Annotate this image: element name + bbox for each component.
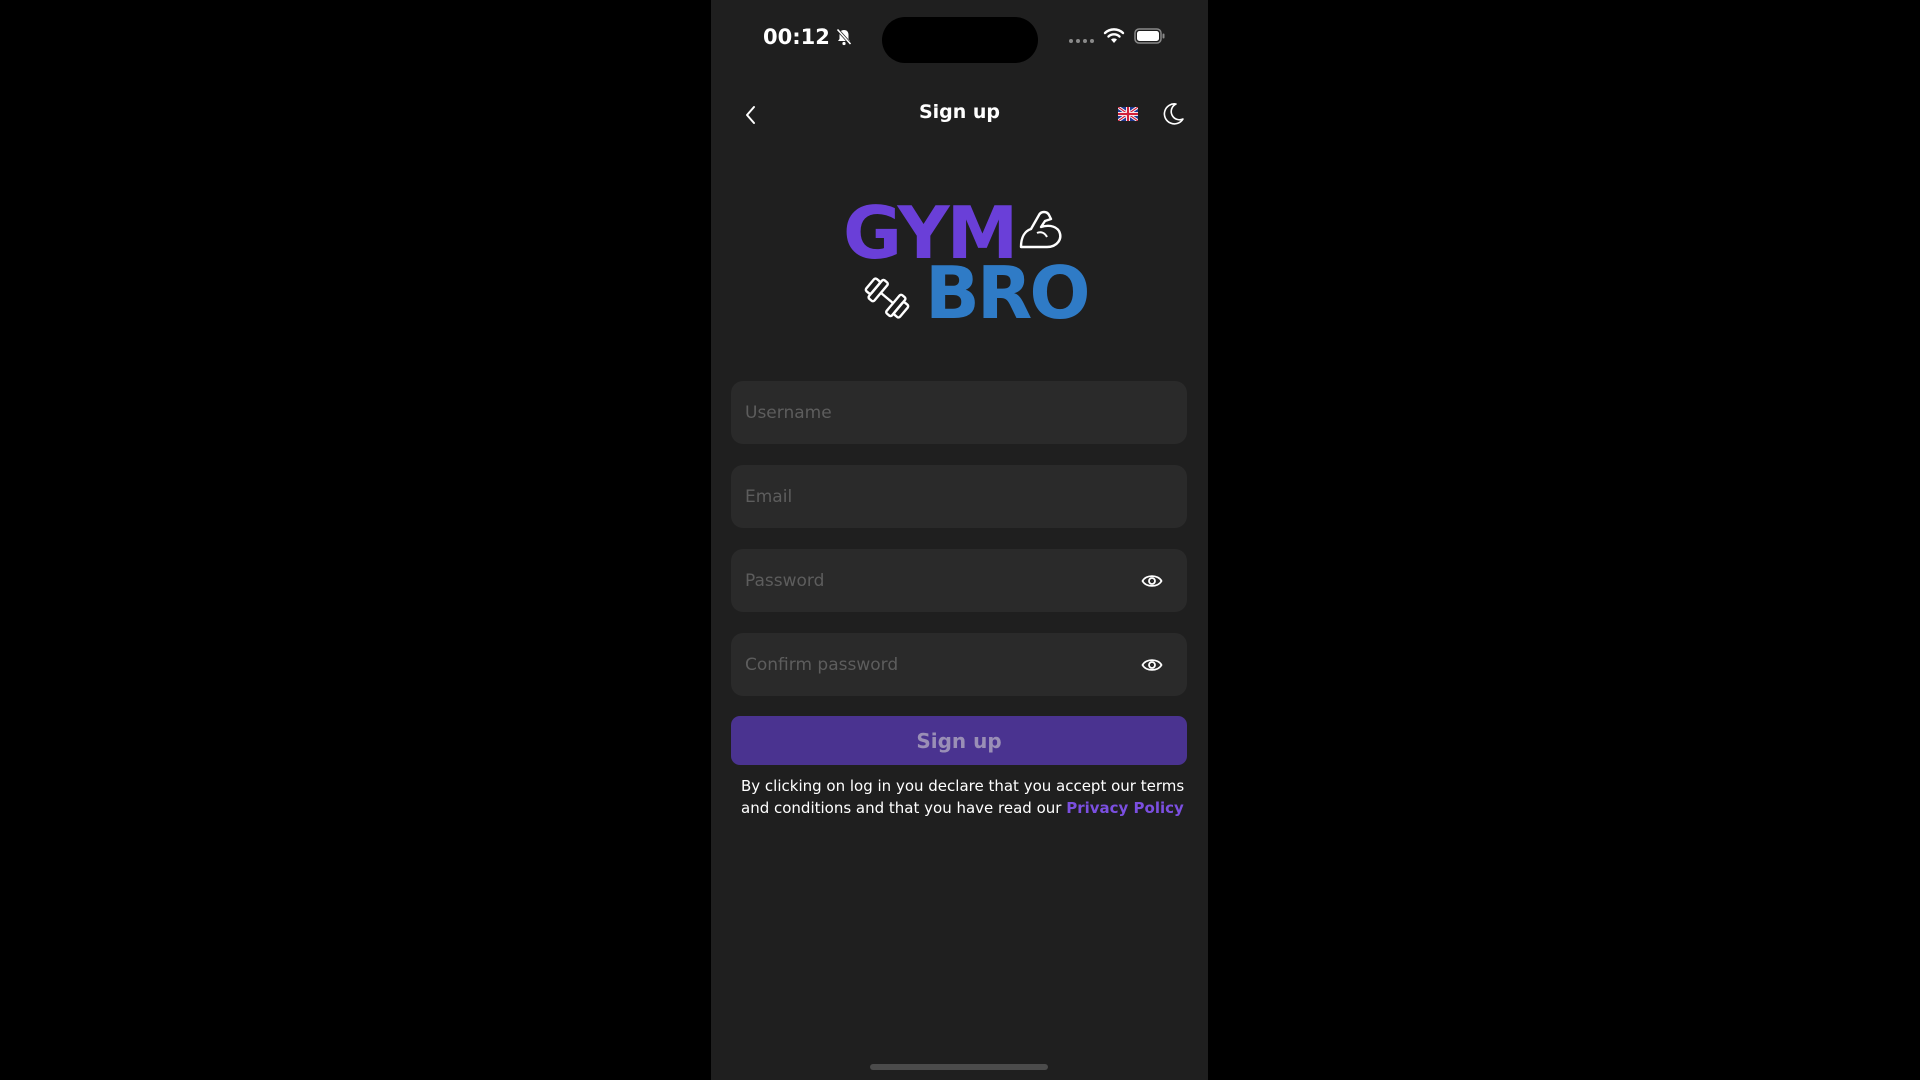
flexed-arm-icon	[1019, 210, 1062, 249]
privacy-policy-link[interactable]: Privacy Policy	[1066, 799, 1184, 817]
password-input[interactable]	[743, 569, 1141, 592]
username-field[interactable]	[731, 381, 1187, 444]
phone-screen: 00:12 Sign up GYM BRO Username Email Sig…	[711, 0, 1208, 1080]
status-time: 00:12	[763, 25, 852, 49]
status-indicators	[1069, 28, 1166, 44]
dumbbell-icon	[864, 277, 910, 319]
eye-icon[interactable]	[1141, 656, 1163, 674]
signal-dots-icon	[1069, 39, 1094, 43]
uk-flag-icon	[1117, 105, 1139, 123]
moon-icon	[1163, 103, 1184, 125]
eye-icon[interactable]	[1141, 572, 1163, 590]
username-input[interactable]	[743, 401, 1175, 424]
email-field[interactable]	[731, 465, 1187, 528]
language-button[interactable]	[1117, 105, 1139, 123]
email-input[interactable]	[743, 485, 1175, 508]
home-indicator	[870, 1064, 1048, 1070]
dynamic-island	[882, 17, 1038, 63]
confirm-password-field[interactable]	[731, 633, 1187, 696]
gymbro-logo: GYM BRO	[841, 195, 1091, 335]
battery-icon	[1134, 28, 1165, 44]
theme-toggle-button[interactable]	[1162, 101, 1186, 127]
bell-slash-icon	[836, 28, 852, 46]
status-time-text: 00:12	[763, 25, 830, 49]
sign-up-button[interactable]: Sign up	[731, 716, 1187, 765]
logo-text-bro: BRO	[925, 251, 1091, 335]
wifi-icon	[1103, 28, 1125, 43]
terms-disclaimer: By clicking on log in you declare that y…	[741, 775, 1191, 819]
password-field[interactable]	[731, 549, 1187, 612]
confirm-password-input[interactable]	[743, 653, 1141, 676]
